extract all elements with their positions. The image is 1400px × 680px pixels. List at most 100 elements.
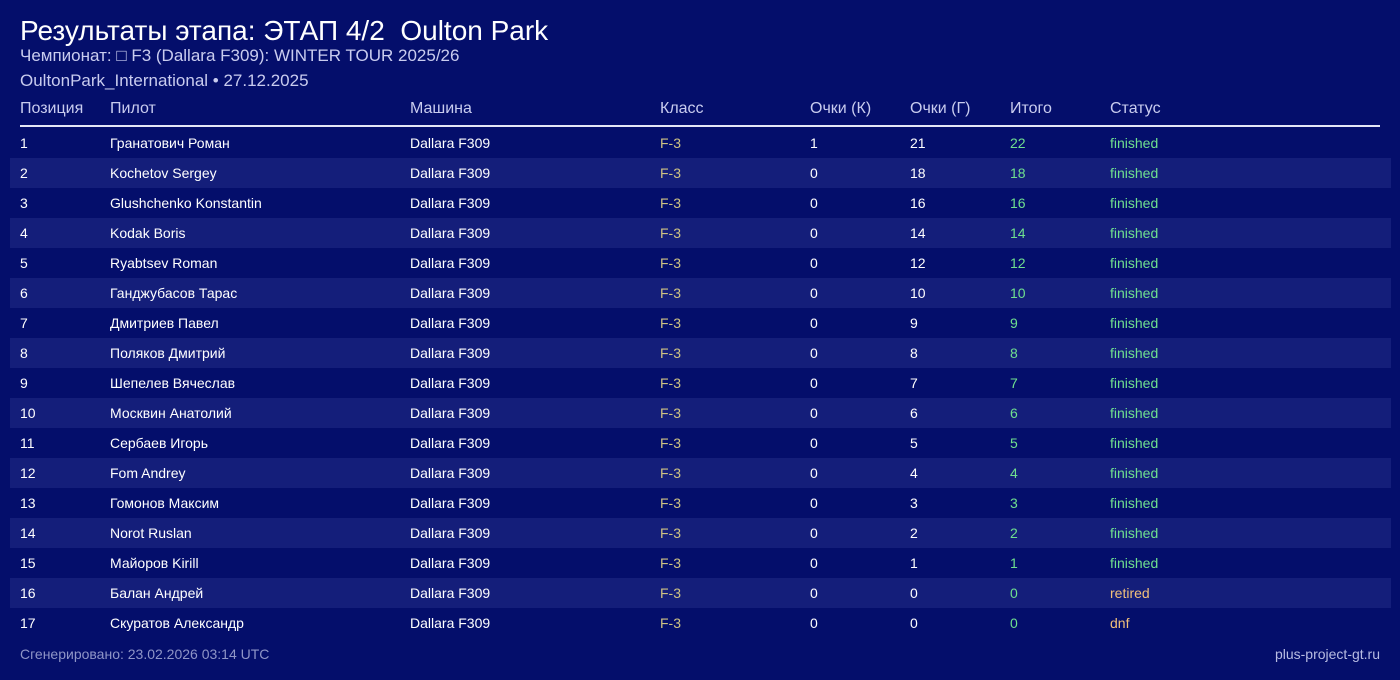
cell-position: 2 bbox=[20, 165, 28, 181]
cell-total: 2 bbox=[1010, 525, 1018, 541]
site-link[interactable]: plus-project-gt.ru bbox=[1275, 645, 1380, 663]
cell-car: Dallara F309 bbox=[410, 465, 491, 481]
cell-class: F-3 bbox=[660, 195, 681, 211]
table-row[interactable]: 8 Поляков Дмитрий Dallara F309 F-3 0 8 8 finish… bbox=[10, 338, 1391, 368]
table-row[interactable]: 10 Москвин Анатолий Dallara F309 F-3 0 6 6 fini… bbox=[10, 398, 1391, 428]
column-header-total[interactable]: Итого bbox=[1010, 99, 1052, 119]
cell-status: finished bbox=[1110, 345, 1159, 361]
cell-total: 6 bbox=[1010, 405, 1018, 421]
cell-position: 16 bbox=[20, 585, 36, 601]
cell-points-q: 0 bbox=[810, 285, 818, 301]
table-row[interactable]: 14 Norot Ruslan Dallara F309 F-3 0 2 2 finished bbox=[10, 518, 1391, 548]
cell-car: Dallara F309 bbox=[410, 495, 491, 511]
cell-status: finished bbox=[1110, 525, 1159, 541]
column-header-points-q[interactable]: Очки (К) bbox=[810, 99, 871, 119]
cell-class: F-3 bbox=[660, 525, 681, 541]
cell-points-race: 14 bbox=[910, 225, 926, 241]
table-row[interactable]: 5 Ryabtsev Roman Dallara F309 F-3 0 12 12 finis… bbox=[10, 248, 1391, 278]
cell-points-q: 0 bbox=[810, 495, 818, 511]
cell-points-race: 1 bbox=[910, 555, 918, 571]
table-row[interactable]: 15 Майоров Kirill Dallara F309 F-3 0 1 1 finish… bbox=[10, 548, 1391, 578]
cell-total: 8 bbox=[1010, 345, 1018, 361]
cell-position: 9 bbox=[20, 375, 28, 391]
cell-total: 16 bbox=[1010, 195, 1026, 211]
cell-status: finished bbox=[1110, 195, 1159, 211]
cell-car: Dallara F309 bbox=[410, 345, 491, 361]
cell-pilot: Москвин Анатолий bbox=[110, 405, 232, 421]
results-table-body: 1 Гранатович Роман Dallara F309 F-3 1 21 22 fin… bbox=[10, 128, 1391, 638]
table-row[interactable]: 16 Балан Андрей Dallara F309 F-3 0 0 0 retired bbox=[10, 578, 1391, 608]
cell-points-race: 5 bbox=[910, 435, 918, 451]
column-header-pilot[interactable]: Пилот bbox=[110, 99, 156, 119]
cell-points-q: 0 bbox=[810, 555, 818, 571]
table-row[interactable]: 12 Fom Andrey Dallara F309 F-3 0 4 4 finished bbox=[10, 458, 1391, 488]
cell-points-race: 12 bbox=[910, 255, 926, 271]
cell-points-race: 0 bbox=[910, 585, 918, 601]
cell-position: 7 bbox=[20, 315, 28, 331]
cell-position: 1 bbox=[20, 135, 28, 151]
cell-points-q: 1 bbox=[810, 135, 818, 151]
cell-points-q: 0 bbox=[810, 315, 818, 331]
table-row[interactable]: 13 Гомонов Максим Dallara F309 F-3 0 3 3 finish… bbox=[10, 488, 1391, 518]
cell-status: dnf bbox=[1110, 615, 1130, 631]
cell-total: 5 bbox=[1010, 435, 1018, 451]
cell-car: Dallara F309 bbox=[410, 285, 491, 301]
cell-points-q: 0 bbox=[810, 465, 818, 481]
cell-total: 18 bbox=[1010, 165, 1026, 181]
table-row[interactable]: 17 Скуратов Александр Dallara F309 F-3 0 0 0 dn… bbox=[10, 608, 1391, 638]
cell-points-q: 0 bbox=[810, 525, 818, 541]
cell-class: F-3 bbox=[660, 165, 681, 181]
cell-pilot: Fom Andrey bbox=[110, 465, 186, 481]
cell-status: finished bbox=[1110, 435, 1159, 451]
cell-points-race: 0 bbox=[910, 615, 918, 631]
column-header-car[interactable]: Машина bbox=[410, 99, 472, 119]
cell-points-q: 0 bbox=[810, 405, 818, 421]
cell-pilot: Ryabtsev Roman bbox=[110, 255, 218, 271]
cell-points-race: 16 bbox=[910, 195, 926, 211]
column-header-position[interactable]: Позиция bbox=[20, 99, 83, 119]
table-row[interactable]: 2 Kochetov Sergey Dallara F309 F-3 0 18 18 fini… bbox=[10, 158, 1391, 188]
cell-class: F-3 bbox=[660, 465, 681, 481]
cell-pilot: Поляков Дмитрий bbox=[110, 345, 226, 361]
cell-points-race: 10 bbox=[910, 285, 926, 301]
cell-position: 12 bbox=[20, 465, 36, 481]
cell-car: Dallara F309 bbox=[410, 435, 491, 451]
column-header-points-race[interactable]: Очки (Г) bbox=[910, 99, 970, 119]
cell-class: F-3 bbox=[660, 255, 681, 271]
cell-total: 4 bbox=[1010, 465, 1018, 481]
cell-total: 22 bbox=[1010, 135, 1026, 151]
cell-class: F-3 bbox=[660, 135, 681, 151]
cell-points-q: 0 bbox=[810, 615, 818, 631]
table-row[interactable]: 3 Glushchenko Konstantin Dallara F309 F-3 0 1… bbox=[10, 188, 1391, 218]
cell-status: finished bbox=[1110, 255, 1159, 271]
cell-points-race: 8 bbox=[910, 345, 918, 361]
cell-points-race: 4 bbox=[910, 465, 918, 481]
cell-car: Dallara F309 bbox=[410, 405, 491, 421]
cell-status: finished bbox=[1110, 135, 1159, 151]
cell-pilot: Шепелев Вячеслав bbox=[110, 375, 236, 391]
cell-points-q: 0 bbox=[810, 195, 818, 211]
cell-points-race: 6 bbox=[910, 405, 918, 421]
cell-status: retired bbox=[1110, 585, 1150, 601]
cell-total: 14 bbox=[1010, 225, 1026, 241]
cell-car: Dallara F309 bbox=[410, 225, 491, 241]
column-header-class[interactable]: Класс bbox=[660, 99, 704, 119]
cell-points-race: 2 bbox=[910, 525, 918, 541]
table-row[interactable]: 11 Сербаев Игорь Dallara F309 F-3 0 5 5 finishe… bbox=[10, 428, 1391, 458]
cell-total: 3 bbox=[1010, 495, 1018, 511]
table-row[interactable]: 1 Гранатович Роман Dallara F309 F-3 1 21 22 fin… bbox=[10, 128, 1391, 158]
column-header-status[interactable]: Статус bbox=[1110, 99, 1161, 119]
cell-status: finished bbox=[1110, 225, 1159, 241]
cell-car: Dallara F309 bbox=[410, 525, 491, 541]
cell-position: 3 bbox=[20, 195, 28, 211]
cell-car: Dallara F309 bbox=[410, 135, 491, 151]
table-row[interactable]: 4 Kodak Boris Dallara F309 F-3 0 14 14 finished bbox=[10, 218, 1391, 248]
table-row[interactable]: 9 Шепелев Вячеслав Dallara F309 F-3 0 7 7 finis… bbox=[10, 368, 1391, 398]
cell-class: F-3 bbox=[660, 495, 681, 511]
cell-points-q: 0 bbox=[810, 225, 818, 241]
cell-pilot: Glushchenko Konstantin bbox=[110, 195, 262, 211]
table-row[interactable]: 7 Дмитриев Павел Dallara F309 F-3 0 9 9 finishe… bbox=[10, 308, 1391, 338]
table-row[interactable]: 6 Ганджубасов Тарас Dallara F309 F-3 0 10 10 fi… bbox=[10, 278, 1391, 308]
championship-subtitle: Чемпионат: □ F3 (Dallara F309): WINTER T… bbox=[20, 46, 460, 65]
cell-total: 0 bbox=[1010, 585, 1018, 601]
